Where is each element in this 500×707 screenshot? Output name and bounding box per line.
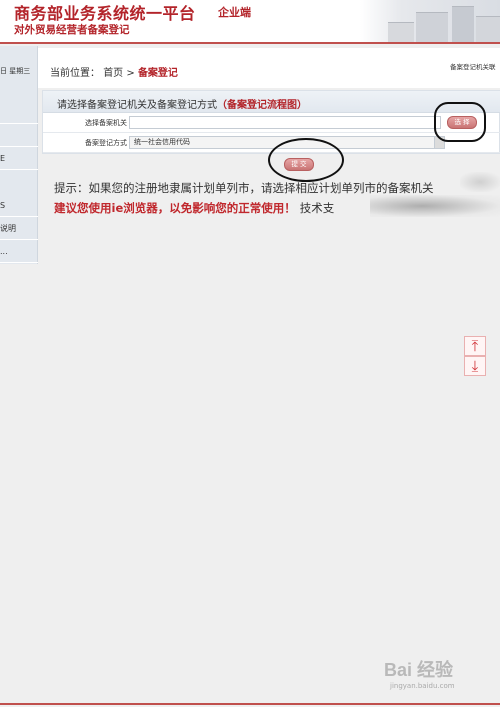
breadcrumb-current: 备案登记 [137,68,178,79]
agency-label: 选择备案机关 [85,119,127,127]
method-select-value: 统一社会信用代码 [134,138,190,146]
app-header: 商务部业务系统统一平台 企业端 对外贸易经营者备案登记 [0,0,500,44]
sidebar-item[interactable] [0,125,38,147]
breadcrumb-prefix: 当前位置： [50,68,100,79]
agency-input[interactable] [129,116,441,129]
client-type-label: 企业端 [218,6,251,19]
sidebar-item[interactable]: S [0,195,38,217]
building-shape [452,6,474,42]
tip-text: 提示：如果您的注册地隶属计划单列市，请选择相应计划单列市的备案机关 [54,181,434,195]
building-shape [388,22,414,42]
watermark-logo: Bai 经验 jingyan.baidu.com [384,656,496,696]
redacted-blur [370,195,500,217]
breadcrumb: 当前位置： 首页 > 备案登记 [50,64,178,79]
tech-support-text: 技术支 [299,201,335,215]
form-heading: 请选择备案登记机关及备案登记方式（备案登记流程图） [57,96,307,111]
building-shape [416,12,448,42]
annotation-circle [434,102,486,142]
platform-title: 商务部业务系统统一平台 [14,4,196,23]
breadcrumb-separator: > [126,68,138,79]
breadcrumb-home-link[interactable]: 首页 [103,68,123,79]
scroll-top-icon[interactable]: ⤒ [464,336,486,356]
flowchart-link[interactable]: （备案登记流程图） [217,100,307,111]
registration-form-panel: 请选择备案登记机关及备案登记方式（备案登记流程图） 选择备案机关 选 择 备案登… [42,90,500,154]
sidebar-item[interactable] [0,102,38,124]
watermark-main: Bai 经验 [384,660,454,680]
watermark-url: jingyan.baidu.com [390,682,455,690]
form-heading-bar: 请选择备案登记机关及备案登记方式（备案登记流程图） [43,91,500,113]
left-sidebar: 日 星期三 E S 说明 ... [0,46,38,264]
building-shape [476,16,500,42]
agency-link-text[interactable]: 备案登记机关联 [450,61,496,71]
sidebar-item[interactable]: E [0,148,38,170]
scroll-bottom-icon[interactable]: ⤓ [464,356,486,376]
agency-row: 选择备案机关 选 择 [43,113,500,133]
annotation-circle [268,138,344,182]
bottom-border [0,703,500,705]
sidebar-item-more[interactable]: ... [0,241,38,263]
platform-subtitle: 对外贸易经营者备案登记 [14,24,130,36]
browser-recommendation: 建议您使用ie浏览器，以免影响您的正常使用！ 技术支 [54,200,334,216]
sidebar-item-instructions[interactable]: 说明 [0,218,38,240]
breadcrumb-bar: 当前位置： 首页 > 备案登记 备案登记机关联 [38,48,500,88]
sidebar-date: 日 星期三 [0,67,31,75]
browser-warning-text: 建议您使用ie浏览器，以免影响您的正常使用！ [54,201,296,215]
header-buildings-image [360,0,500,42]
form-heading-text: 请选择备案登记机关及备案登记方式 [57,100,217,111]
method-label: 备案登记方式 [85,139,127,147]
redacted-blur [460,172,500,192]
